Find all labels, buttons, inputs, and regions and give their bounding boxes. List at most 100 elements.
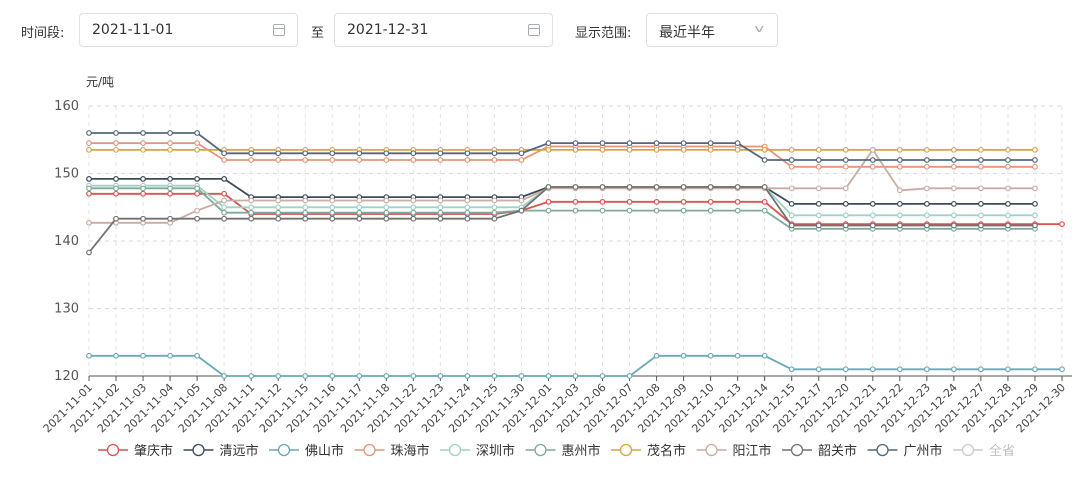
data-point bbox=[734, 207, 741, 214]
legend-marker-icon bbox=[448, 443, 462, 457]
data-point bbox=[167, 190, 173, 197]
data-point bbox=[734, 184, 741, 190]
data-point bbox=[194, 207, 201, 214]
data-point bbox=[356, 373, 363, 379]
data-point bbox=[707, 198, 714, 205]
data-point bbox=[248, 157, 255, 163]
data-point bbox=[167, 185, 173, 192]
data-point bbox=[545, 198, 552, 205]
data-point bbox=[167, 215, 173, 222]
data-point bbox=[950, 200, 957, 207]
legend-item-label[interactable]: 佛山市 bbox=[305, 443, 344, 459]
series-line-珠海市 bbox=[89, 142, 1035, 168]
data-point bbox=[491, 373, 498, 379]
data-point bbox=[275, 150, 282, 157]
legend-item-label[interactable]: 韶关市 bbox=[818, 443, 857, 459]
data-point bbox=[356, 157, 363, 163]
data-point bbox=[86, 352, 92, 359]
data-point bbox=[978, 366, 984, 373]
data-point bbox=[896, 163, 903, 170]
data-point bbox=[275, 204, 282, 211]
data-point bbox=[464, 373, 471, 379]
data-point bbox=[1005, 222, 1011, 229]
data-point bbox=[140, 146, 146, 153]
data-point bbox=[410, 197, 417, 204]
data-point bbox=[815, 163, 822, 170]
data-point bbox=[356, 204, 363, 211]
data-point bbox=[518, 197, 525, 204]
data-point bbox=[950, 366, 957, 373]
data-point bbox=[788, 212, 795, 219]
data-point bbox=[680, 184, 687, 190]
data-point bbox=[383, 197, 390, 204]
data-point bbox=[221, 175, 228, 182]
data-point bbox=[978, 222, 984, 229]
legend-item-label[interactable]: 茂名市 bbox=[647, 443, 686, 459]
to-label: 至 bbox=[311, 26, 325, 41]
data-point bbox=[410, 373, 417, 379]
data-point bbox=[491, 215, 498, 222]
data-point bbox=[950, 157, 957, 163]
data-point bbox=[113, 146, 119, 153]
legend-item-label[interactable]: 珠海市 bbox=[391, 443, 430, 459]
legend-item-label[interactable]: 惠州市 bbox=[562, 443, 601, 459]
data-point bbox=[248, 373, 255, 379]
data-point bbox=[437, 204, 444, 211]
data-point bbox=[761, 207, 768, 214]
data-point bbox=[248, 215, 255, 222]
data-point bbox=[437, 157, 444, 163]
data-point bbox=[383, 150, 390, 157]
data-point bbox=[518, 150, 525, 157]
data-point bbox=[545, 146, 552, 153]
data-point bbox=[437, 197, 444, 204]
legend-item-label[interactable]: 深圳市 bbox=[476, 443, 515, 459]
data-point bbox=[842, 146, 849, 153]
data-point bbox=[1032, 200, 1038, 207]
data-point bbox=[221, 190, 228, 197]
legend-marker-icon bbox=[363, 443, 376, 457]
data-point bbox=[329, 150, 336, 157]
legend-item-label[interactable]: 阳江市 bbox=[733, 443, 772, 459]
data-point bbox=[626, 373, 633, 379]
series-line-惠州市 bbox=[89, 187, 1035, 230]
data-point bbox=[1005, 157, 1011, 163]
price-line-chart: 元/吨1201301401501602021-11-012021-11-0220… bbox=[41, 75, 1072, 459]
data-point bbox=[545, 140, 552, 147]
legend-item-label[interactable]: 清远市 bbox=[220, 443, 259, 459]
end-date-picker[interactable]: 2021-12-31 bbox=[334, 13, 553, 47]
data-point bbox=[140, 140, 146, 147]
data-point bbox=[734, 198, 741, 205]
data-point bbox=[464, 209, 471, 216]
legend-marker-icon bbox=[619, 443, 633, 457]
data-point bbox=[815, 185, 822, 192]
data-point bbox=[950, 212, 957, 219]
data-point bbox=[923, 146, 930, 153]
data-point bbox=[140, 175, 146, 182]
data-point bbox=[788, 146, 795, 153]
range-select[interactable]: 最近半年 v bbox=[646, 13, 778, 47]
data-point bbox=[248, 204, 255, 211]
data-point bbox=[896, 212, 903, 219]
data-point bbox=[626, 207, 633, 214]
legend-item-label[interactable]: 肇庆市 bbox=[134, 443, 173, 459]
data-point bbox=[869, 200, 876, 207]
data-point bbox=[248, 209, 255, 216]
data-point bbox=[491, 204, 498, 211]
data-point bbox=[329, 215, 336, 222]
data-point bbox=[734, 146, 741, 153]
legend-marker-icon bbox=[106, 443, 120, 457]
y-tick-label: 160 bbox=[54, 99, 79, 114]
data-point bbox=[842, 157, 849, 163]
data-point bbox=[1005, 366, 1011, 373]
data-point bbox=[761, 352, 768, 359]
data-point bbox=[194, 175, 201, 182]
data-point bbox=[815, 146, 822, 153]
data-point bbox=[545, 207, 552, 214]
data-point bbox=[761, 184, 768, 190]
data-point bbox=[302, 204, 309, 211]
legend-item-label[interactable]: 全省 bbox=[989, 443, 1015, 459]
start-date-picker[interactable]: 2021-11-01 bbox=[79, 13, 298, 47]
data-point bbox=[680, 146, 687, 153]
data-point bbox=[113, 190, 119, 197]
legend-item-label[interactable]: 广州市 bbox=[904, 443, 943, 459]
